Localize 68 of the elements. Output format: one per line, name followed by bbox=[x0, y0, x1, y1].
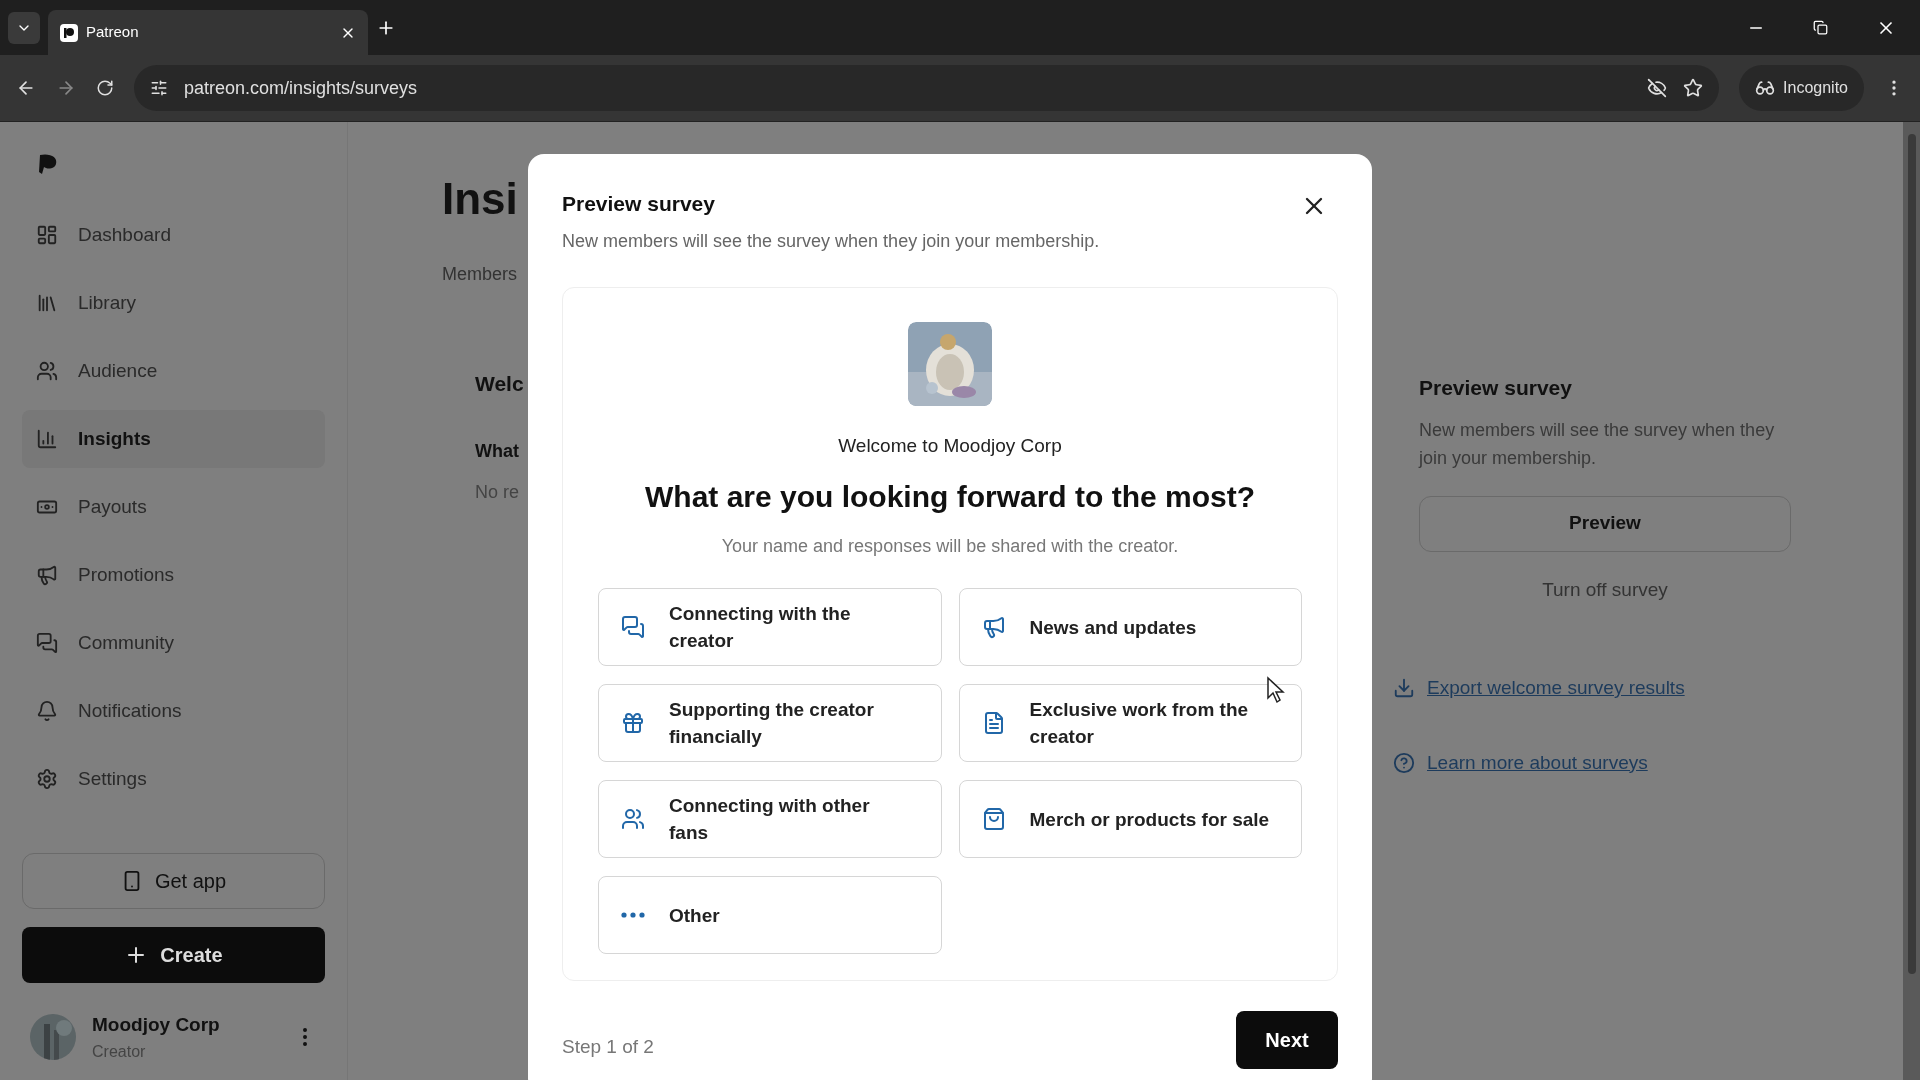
answer-option[interactable]: Supporting the creator financially bbox=[598, 684, 942, 762]
download-icon bbox=[1393, 677, 1415, 700]
question-text: What bbox=[475, 439, 520, 463]
panel-link[interactable]: Export welcome survey results bbox=[1427, 674, 1685, 703]
people-icon bbox=[36, 360, 58, 382]
sidebar-item[interactable]: Notifications bbox=[22, 682, 325, 740]
sidebar-item[interactable]: Library bbox=[22, 274, 325, 332]
create-button[interactable]: Create bbox=[22, 927, 325, 983]
answer-option[interactable]: Merch or products for sale bbox=[958, 780, 1302, 858]
reload-icon[interactable] bbox=[96, 79, 114, 97]
survey-note: Your name and responses will be shared with the creator. bbox=[721, 535, 1179, 558]
get-app-button[interactable]: Get app bbox=[22, 853, 325, 909]
dashboard-icon bbox=[36, 224, 58, 246]
stack-icon bbox=[36, 292, 58, 314]
modal-title: Preview survey bbox=[562, 191, 716, 217]
scrollbar-thumb[interactable] bbox=[1907, 134, 1916, 974]
user-role: Creator bbox=[92, 1041, 147, 1062]
megaphone-icon bbox=[36, 564, 58, 586]
browser-tab[interactable]: Patreon bbox=[48, 10, 368, 55]
people-icon bbox=[621, 807, 645, 831]
eye-off-icon[interactable] bbox=[1647, 78, 1668, 98]
panel-link[interactable]: Learn more about surveys bbox=[1427, 748, 1648, 777]
members-tab[interactable]: Members bbox=[442, 261, 528, 288]
restore-icon[interactable] bbox=[1813, 20, 1828, 35]
empty-text: No re bbox=[475, 480, 520, 504]
bar-chart-icon bbox=[36, 428, 58, 450]
chat-bubbles-icon bbox=[621, 615, 645, 639]
card-title: Welc bbox=[475, 371, 525, 397]
welcome-text: Welcome to Moodjoy Corp bbox=[838, 433, 1062, 458]
step-indicator: Step 1 of 2 bbox=[562, 1034, 655, 1059]
next-button[interactable]: Next bbox=[1236, 1010, 1338, 1069]
bookmark-star-icon[interactable] bbox=[1683, 78, 1704, 98]
settings-icon bbox=[36, 768, 58, 790]
sidebar-item[interactable]: Settings bbox=[22, 750, 325, 808]
url-text: patreon.com/insights/surveys bbox=[184, 76, 419, 100]
chat-bubbles-icon bbox=[36, 632, 58, 654]
site-settings-icon[interactable] bbox=[150, 79, 168, 97]
bag-icon bbox=[981, 807, 1006, 831]
sidebar-item[interactable]: Insights bbox=[22, 410, 325, 468]
answer-option[interactable]: News and updates bbox=[958, 588, 1302, 666]
megaphone-icon bbox=[981, 615, 1006, 639]
sidebar-item[interactable]: Payouts bbox=[22, 478, 325, 536]
tab-title: Patreon bbox=[86, 22, 140, 43]
address-bar[interactable]: patreon.com/insights/surveys bbox=[134, 65, 1720, 111]
panel-title: Preview survey bbox=[1419, 375, 1573, 401]
sidebar-item[interactable]: Audience bbox=[22, 342, 325, 400]
sidebar-item[interactable]: Dashboard bbox=[22, 206, 325, 264]
page-heading: Insi bbox=[442, 177, 519, 221]
user-name: Moodjoy Corp bbox=[92, 1013, 221, 1037]
answer-option[interactable]: Connecting with other fans bbox=[598, 780, 942, 858]
turn-off-survey-button[interactable]: Turn off survey bbox=[1419, 575, 1791, 604]
incognito-badge[interactable]: Incognito bbox=[1739, 65, 1864, 111]
answer-option[interactable]: Other bbox=[598, 876, 942, 954]
tab-list-button[interactable] bbox=[8, 11, 40, 44]
answer-option[interactable]: Exclusive work from the creator bbox=[958, 684, 1302, 762]
patreon-logo-icon bbox=[60, 23, 78, 42]
mouse-cursor-icon bbox=[1266, 676, 1286, 704]
sidebar-item[interactable]: Community bbox=[22, 614, 325, 672]
sidebar-item[interactable]: Promotions bbox=[22, 546, 325, 604]
survey-question: What are you looking forward to the most? bbox=[645, 479, 1255, 515]
bell-icon bbox=[36, 700, 58, 722]
preview-button[interactable]: Preview bbox=[1419, 495, 1791, 552]
gift-icon bbox=[621, 711, 645, 735]
help-icon bbox=[1393, 751, 1415, 774]
answer-option[interactable]: Connecting with the creator bbox=[598, 588, 942, 666]
modal-subtitle: New members will see the survey when they join your membership. bbox=[562, 229, 1101, 253]
panel-description: New members will see the survey when they join your membership. bbox=[1419, 418, 1776, 470]
more-icon bbox=[621, 912, 645, 918]
